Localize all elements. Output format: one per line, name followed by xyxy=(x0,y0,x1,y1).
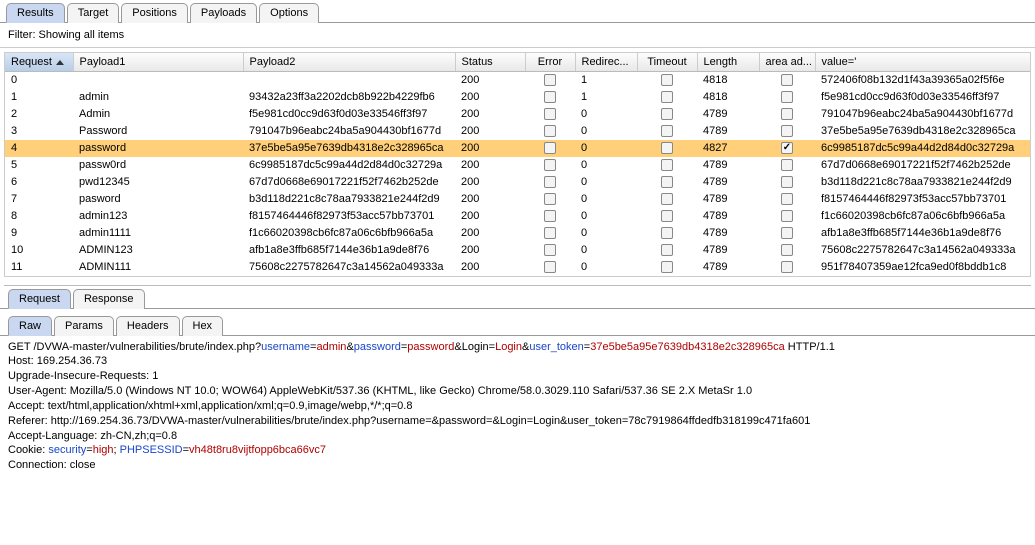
checkbox-icon xyxy=(661,91,673,103)
checkbox-icon xyxy=(544,227,556,239)
checkbox-icon xyxy=(781,261,793,273)
checkbox-icon xyxy=(781,244,793,256)
table-row[interactable]: 7paswordb3d118d221c8c78aa7933821e244f2d9… xyxy=(5,191,1031,208)
tab-target[interactable]: Target xyxy=(67,3,120,23)
checkbox-icon xyxy=(544,176,556,188)
tab-positions[interactable]: Positions xyxy=(121,3,188,23)
col-timeout[interactable]: Timeout xyxy=(637,53,697,72)
checkbox-icon xyxy=(661,159,673,171)
checkbox-icon xyxy=(661,108,673,120)
col-redirec[interactable]: Redirec... xyxy=(575,53,637,72)
header-cookie: Cookie: security=high; PHPSESSID=vh48t8r… xyxy=(8,443,1027,458)
table-row[interactable]: 9admin1111f1c66020398cb6fc87a06c6bfb966a… xyxy=(5,225,1031,242)
checkbox-icon xyxy=(544,91,556,103)
col-areaad[interactable]: area ad... xyxy=(759,53,815,72)
checkbox-icon xyxy=(544,244,556,256)
checkbox-icon xyxy=(544,210,556,222)
table-row[interactable]: 5passw0rd6c9985187dc5c99a44d2d84d0c32729… xyxy=(5,157,1031,174)
tab-headers[interactable]: Headers xyxy=(116,316,180,336)
checkbox-icon xyxy=(661,210,673,222)
header-connection: Connection: close xyxy=(8,458,1027,473)
checkbox-icon xyxy=(781,210,793,222)
results-table: RequestPayload1Payload2StatusErrorRedire… xyxy=(4,52,1031,277)
col-status[interactable]: Status xyxy=(455,53,525,72)
checkbox-icon xyxy=(661,125,673,137)
checkbox-icon xyxy=(781,193,793,205)
checkbox-icon xyxy=(544,142,556,154)
tab-request[interactable]: Request xyxy=(8,289,71,309)
col-payload2[interactable]: Payload2 xyxy=(243,53,455,72)
table-row[interactable]: 4password37e5be5a95e7639db4318e2c328965c… xyxy=(5,140,1031,157)
checkbox-icon xyxy=(661,244,673,256)
table-row[interactable]: 8admin123f8157464446f82973f53acc57bb7370… xyxy=(5,208,1031,225)
raw-request-panel[interactable]: GET /DVWA-master/vulnerabilities/brute/i… xyxy=(0,336,1035,478)
request-line: GET /DVWA-master/vulnerabilities/brute/i… xyxy=(8,340,1027,355)
table-row[interactable]: 3Password791047b96eabc24ba5a904430bf1677… xyxy=(5,123,1031,140)
tab-response[interactable]: Response xyxy=(73,289,145,309)
header-ua: User-Agent: Mozilla/5.0 (Windows NT 10.0… xyxy=(8,384,1027,399)
col-request[interactable]: Request xyxy=(5,53,73,72)
header-upgrade: Upgrade-Insecure-Requests: 1 xyxy=(8,369,1027,384)
checkbox-icon xyxy=(544,108,556,120)
req-resp-tabs: RequestResponse xyxy=(0,286,1035,309)
checkbox-icon xyxy=(661,227,673,239)
checkbox-icon xyxy=(781,125,793,137)
checkbox-icon xyxy=(661,261,673,273)
checkbox-icon xyxy=(661,176,673,188)
checkbox-icon xyxy=(781,108,793,120)
tab-hex[interactable]: Hex xyxy=(182,316,224,336)
table-header-row: RequestPayload1Payload2StatusErrorRedire… xyxy=(5,53,1031,72)
sort-asc-icon xyxy=(56,60,64,65)
checkbox-icon xyxy=(781,91,793,103)
checkbox-icon xyxy=(661,142,673,154)
raw-view-tabs: RawParamsHeadersHex xyxy=(0,313,1035,336)
col-error[interactable]: Error xyxy=(525,53,575,72)
checkbox-icon xyxy=(781,159,793,171)
tab-payloads[interactable]: Payloads xyxy=(190,3,257,23)
checkbox-icon xyxy=(661,193,673,205)
checkbox-icon xyxy=(544,74,556,86)
main-tab-bar: ResultsTargetPositionsPayloadsOptions xyxy=(0,0,1035,23)
checkbox-icon xyxy=(544,159,556,171)
filter-line[interactable]: Filter: Showing all items xyxy=(0,23,1035,48)
checkbox-icon xyxy=(781,142,793,154)
header-referer: Referer: http://169.254.36.73/DVWA-maste… xyxy=(8,414,1027,429)
checkbox-icon xyxy=(544,193,556,205)
table-row[interactable]: 2Adminf5e981cd0cc9d63f0d03e33546ff3f9720… xyxy=(5,106,1031,123)
tab-raw[interactable]: Raw xyxy=(8,316,52,336)
checkbox-icon xyxy=(781,176,793,188)
col-payload1[interactable]: Payload1 xyxy=(73,53,243,72)
checkbox-icon xyxy=(544,125,556,137)
checkbox-icon xyxy=(661,74,673,86)
tab-options[interactable]: Options xyxy=(259,3,319,23)
checkbox-icon xyxy=(544,261,556,273)
header-host: Host: 169.254.36.73 xyxy=(8,354,1027,369)
tab-params[interactable]: Params xyxy=(54,316,114,336)
col-length[interactable]: Length xyxy=(697,53,759,72)
checkbox-icon xyxy=(781,227,793,239)
tab-results[interactable]: Results xyxy=(6,3,65,23)
checkbox-icon xyxy=(781,74,793,86)
table-row[interactable]: 020014818572406f08b132d1f43a39365a02f5f6… xyxy=(5,72,1031,89)
col-value[interactable]: value=' xyxy=(815,53,1031,72)
header-accept: Accept: text/html,application/xhtml+xml,… xyxy=(8,399,1027,414)
table-row[interactable]: 11ADMIN11175608c2275782647c3a14562a04933… xyxy=(5,259,1031,276)
header-accept-language: Accept-Language: zh-CN,zh;q=0.8 xyxy=(8,429,1027,444)
table-row[interactable]: 6pwd1234567d7d0668e69017221f52f7462b252d… xyxy=(5,174,1031,191)
table-row[interactable]: 1admin93432a23ff3a2202dcb8b922b4229fb620… xyxy=(5,89,1031,106)
table-row[interactable]: 10ADMIN123afb1a8e3ffb685f7144e36b1a9de8f… xyxy=(5,242,1031,259)
